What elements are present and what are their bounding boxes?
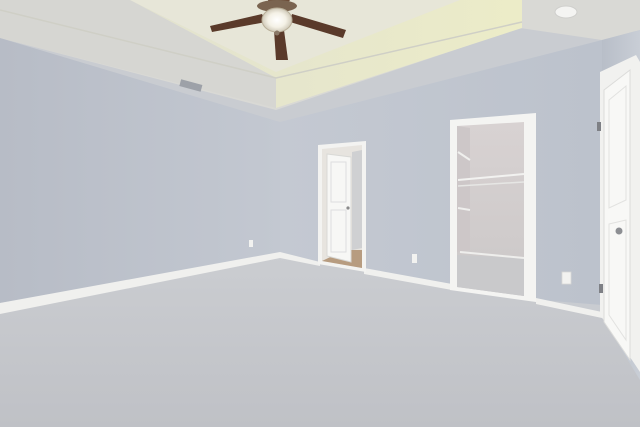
wall-outlet-right	[561, 271, 572, 285]
fan-light-icon	[261, 7, 293, 33]
room-illustration	[0, 0, 640, 427]
wall-outlet-left	[249, 240, 253, 247]
door-handle-icon	[615, 227, 623, 235]
door-hinge-top	[597, 122, 601, 131]
door-hinge-bottom	[599, 284, 603, 293]
closet-side-wall	[457, 126, 470, 252]
door-knob-icon	[346, 206, 350, 210]
wall-outlet-back	[412, 254, 417, 263]
room-photo	[0, 0, 640, 427]
fan-finial	[274, 30, 280, 36]
doorway-inner-wall	[352, 150, 362, 250]
smoke-detector-icon	[554, 5, 578, 19]
